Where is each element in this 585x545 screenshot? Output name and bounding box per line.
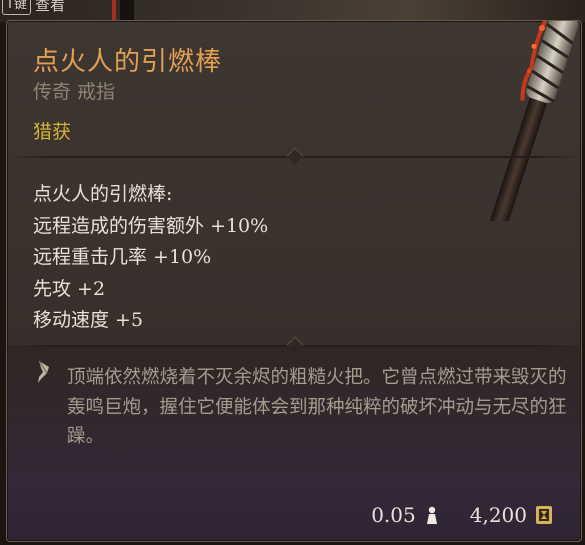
item-type: 传奇 戒指 <box>33 81 116 103</box>
property-ranged-damage: 远程造成的伤害额外 +10% <box>33 214 269 237</box>
background-fragment <box>112 0 116 22</box>
header-divider <box>7 147 581 165</box>
item-description: 顶端依然燃烧着不灭余烬的粗糙火把。它曾点燃过带来毁灭的轰鸣巨炮，握住它便能体会到… <box>67 367 567 447</box>
torch-item-icon <box>489 21 579 221</box>
property-list: 点火人的引燃棒: 远程造成的伤害额外 +10% 远程重击几率 +10% 先攻 +… <box>33 179 268 337</box>
item-tag: 猎获 <box>33 121 72 143</box>
item-weight: 0.05 <box>371 503 416 527</box>
property-ranged-crit: 远程重击几率 +10% <box>33 246 212 268</box>
background-fragment-dark <box>120 0 134 22</box>
property-initiative: 先攻 +2 <box>33 277 106 300</box>
gold-coin-icon <box>536 506 552 524</box>
quill-icon <box>38 360 49 383</box>
key-hint-label: 查看 <box>34 0 65 14</box>
item-tooltip: 点火人的引燃棒 传奇 戒指 猎获 点火人的引燃棒: 远程造成的伤害额外 +10%… <box>6 20 582 542</box>
item-name: 点火人的引燃棒 <box>33 47 223 77</box>
key-hint[interactable]: T键 查看 <box>2 0 65 15</box>
item-value: 4,200 <box>469 503 527 527</box>
weight-icon <box>426 506 437 524</box>
top-strip: T键 查看 <box>0 0 585 22</box>
property-movement-speed: 移动速度 +5 <box>33 309 144 331</box>
property-header: 点火人的引燃棒: <box>33 183 173 205</box>
key-hint-key: T键 <box>2 0 31 15</box>
item-footer: 0.05 4,200 <box>371 503 553 527</box>
